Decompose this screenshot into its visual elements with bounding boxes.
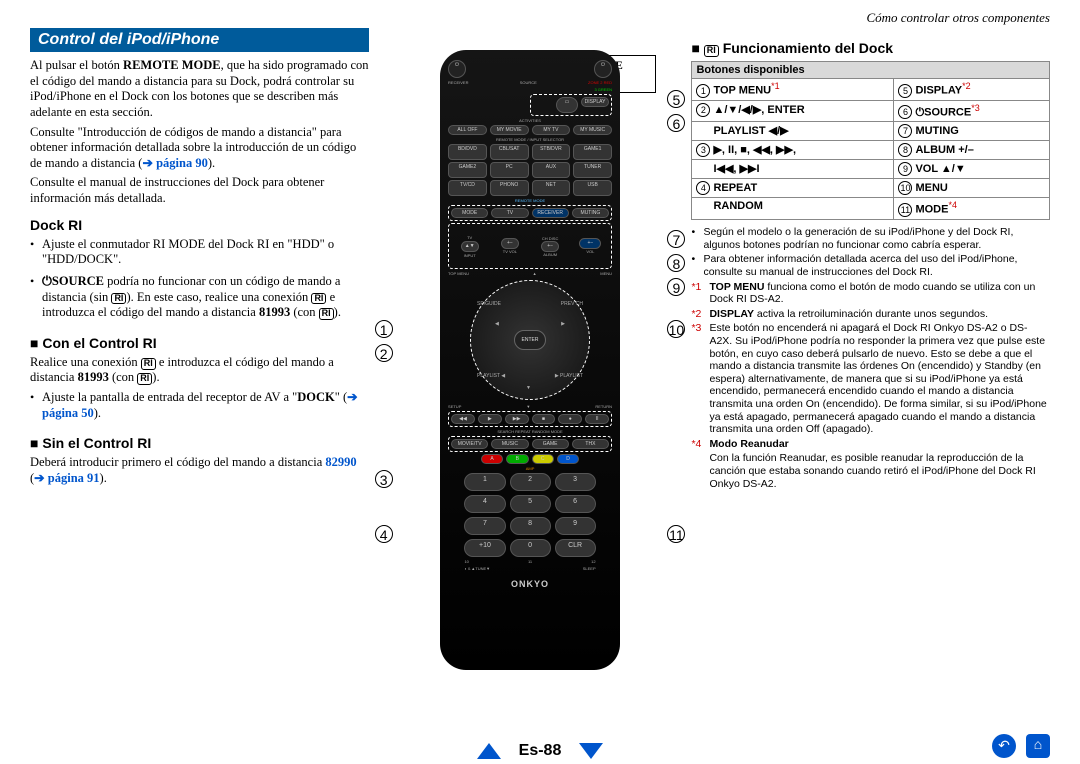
page-ref-90[interactable]: ➔ página 90 (142, 156, 207, 170)
brand-logo: ONKYO (511, 579, 549, 589)
note-bullet: •Según el modelo o la generación de su i… (691, 226, 1050, 251)
intro-p2: Consulte "Introducción de códigos de man… (30, 125, 369, 172)
heading-sin-control: Sin el Control RI (30, 435, 369, 451)
page-number: Es-88 (519, 742, 562, 760)
column-right: ■ RI Funcionamiento del Dock Botones dis… (691, 0, 1050, 670)
column-left: Control del iPod/iPhone Al pulsar el bot… (30, 0, 369, 670)
bullet-ri-mode: •Ajuste el conmutador RI MODE del Dock R… (30, 237, 369, 272)
heading-dock-ri: Dock RI (30, 217, 369, 233)
con-control-text: Realice una conexión RI e introduzca el … (30, 355, 369, 386)
heading-con-control: Con el Control RI (30, 335, 369, 351)
intro-p1: Al pulsar el botón REMOTE MODE, que ha s… (30, 58, 369, 121)
column-middle: 1 2 3 4 5 6 7 8 9 10 11 ⏻ ⏻ RECEIVERSOUR… (381, 0, 680, 670)
back-icon[interactable]: ↶ (992, 734, 1016, 758)
table-header: Botones disponibles (692, 61, 1050, 78)
bullet-source-note: • ⏻SOURCE podría no funcionar con un cód… (30, 274, 369, 325)
section-title: Control del iPod/iPhone (30, 28, 369, 52)
note-bullet: •Para obtener información detallada acer… (691, 253, 1050, 278)
sin-control-text: Deberá introducir primero el código del … (30, 455, 369, 486)
footnote: Con la función Reanudar, es posible rean… (691, 452, 1050, 490)
intro-p3: Consulte el manual de instrucciones del … (30, 175, 369, 206)
home-icon[interactable]: ⌂ (1026, 734, 1050, 758)
footnote: *3Este botón no encenderá ni apagará el … (691, 322, 1050, 435)
footnote: *4Modo Reanudar (691, 438, 1050, 451)
remote-control-illustration: ⏻ ⏻ RECEIVERSOURCEZONE 2 RED 3 GREEN ▭ D… (440, 50, 620, 670)
footnote: *1TOP MENU funciona como el botón de mod… (691, 281, 1050, 306)
footnote: *2DISPLAY activa la retroiluminación dur… (691, 308, 1050, 321)
next-page-button[interactable] (579, 743, 603, 759)
available-buttons-table: Botones disponibles 1TOP MENU*15DISPLAY*… (691, 61, 1050, 220)
page-ref-91[interactable]: ➔ página 91 (34, 471, 99, 485)
running-header: Cómo controlar otros componentes (866, 10, 1050, 26)
heading-dock-func: ■ RI Funcionamiento del Dock (691, 40, 1050, 57)
page-footer: Es-88 (0, 742, 1080, 760)
prev-page-button[interactable] (477, 743, 501, 759)
con-control-bullet: • Ajuste la pantalla de entrada del rece… (30, 390, 369, 425)
